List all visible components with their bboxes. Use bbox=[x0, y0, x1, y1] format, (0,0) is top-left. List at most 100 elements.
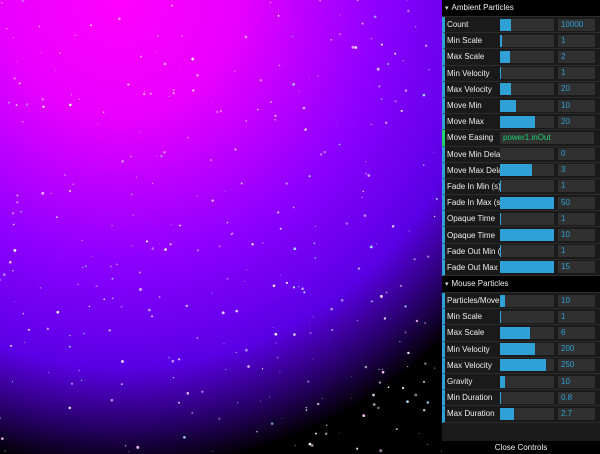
number-input[interactable]: 2 bbox=[558, 50, 595, 63]
number-input[interactable]: 50 bbox=[558, 196, 595, 209]
value-slider[interactable] bbox=[500, 99, 554, 112]
particle bbox=[22, 312, 25, 315]
particle bbox=[72, 183, 74, 185]
text-field[interactable]: power1.inOut bbox=[500, 131, 594, 144]
control-label: Max Scale bbox=[447, 52, 485, 62]
folder-title-0[interactable]: ▾ Ambient Particles bbox=[442, 0, 600, 17]
controls-panel: ▾ Ambient Particles Count 10000 Min Scale 1 Ma… bbox=[442, 0, 600, 454]
particle bbox=[269, 396, 271, 398]
particle bbox=[2, 273, 6, 277]
particle bbox=[292, 206, 295, 209]
number-input[interactable]: 1 bbox=[558, 310, 595, 323]
particle bbox=[305, 407, 307, 409]
particle bbox=[415, 319, 419, 323]
particle bbox=[256, 108, 259, 111]
value-slider[interactable] bbox=[500, 294, 554, 307]
number-input[interactable]: 1 bbox=[558, 245, 595, 258]
value-slider[interactable] bbox=[500, 83, 554, 96]
particle bbox=[163, 150, 166, 154]
folder-title-1[interactable]: ▾ Mouse Particles bbox=[442, 276, 600, 293]
number-input[interactable]: 10 bbox=[558, 229, 595, 242]
slider-fill bbox=[500, 294, 506, 307]
number-input[interactable]: 250 bbox=[558, 359, 595, 372]
particle bbox=[27, 328, 31, 332]
value-slider[interactable] bbox=[500, 67, 554, 80]
particle bbox=[10, 344, 13, 347]
value-slider[interactable] bbox=[500, 115, 554, 128]
value-slider[interactable] bbox=[500, 326, 554, 339]
value-slider[interactable] bbox=[500, 180, 554, 193]
particle bbox=[313, 242, 316, 245]
number-input[interactable]: 10 bbox=[558, 294, 595, 307]
number-input[interactable]: 10 bbox=[558, 375, 595, 388]
value-slider[interactable] bbox=[500, 148, 554, 161]
particle bbox=[362, 190, 364, 193]
particle bbox=[381, 368, 384, 370]
value-slider[interactable] bbox=[500, 50, 554, 63]
particle bbox=[291, 35, 294, 38]
value-slider[interactable] bbox=[500, 343, 554, 356]
value-slider[interactable] bbox=[500, 375, 554, 388]
value-slider[interactable] bbox=[500, 34, 554, 47]
particle bbox=[270, 101, 273, 104]
value-slider[interactable] bbox=[500, 407, 554, 420]
value-slider[interactable] bbox=[500, 196, 554, 209]
particle bbox=[144, 91, 145, 93]
value-slider[interactable] bbox=[500, 212, 554, 225]
particle bbox=[387, 63, 390, 65]
number-input[interactable]: 2.7 bbox=[558, 407, 595, 420]
particle bbox=[139, 288, 142, 291]
particle bbox=[135, 176, 138, 178]
particle bbox=[111, 277, 114, 280]
particle bbox=[399, 284, 403, 288]
close-controls-button[interactable]: Close Controls bbox=[442, 441, 600, 454]
value-slider[interactable] bbox=[500, 310, 554, 323]
particle bbox=[376, 243, 378, 245]
number-input[interactable]: 20 bbox=[558, 83, 595, 96]
number-input[interactable]: 1 bbox=[558, 212, 595, 225]
value-slider[interactable] bbox=[500, 261, 554, 274]
number-input[interactable]: 1 bbox=[558, 34, 595, 47]
particle bbox=[102, 111, 105, 114]
number-input[interactable]: 0 bbox=[558, 148, 595, 161]
number-input[interactable]: 10000 bbox=[558, 18, 595, 31]
particle bbox=[80, 379, 83, 382]
number-input[interactable]: 10 bbox=[558, 99, 595, 112]
number-input[interactable]: 200 bbox=[558, 343, 595, 356]
particle bbox=[402, 60, 405, 62]
particle bbox=[372, 393, 375, 397]
value-slider[interactable] bbox=[500, 18, 554, 31]
particle bbox=[378, 368, 380, 371]
particle bbox=[42, 105, 45, 108]
number-input[interactable]: 6 bbox=[558, 326, 595, 339]
particle bbox=[330, 39, 332, 41]
number-input[interactable]: 0.8 bbox=[558, 391, 595, 404]
particle bbox=[230, 233, 233, 236]
slider-fill bbox=[500, 115, 536, 128]
particle bbox=[11, 381, 14, 383]
particle bbox=[138, 271, 141, 274]
number-input[interactable]: 1 bbox=[558, 180, 595, 193]
number-input[interactable]: 15 bbox=[558, 261, 595, 274]
value-slider[interactable] bbox=[500, 164, 554, 177]
value-slider[interactable] bbox=[500, 229, 554, 242]
particle bbox=[383, 317, 387, 320]
value-slider[interactable] bbox=[500, 359, 554, 372]
number-input[interactable]: 1 bbox=[558, 67, 595, 80]
particle bbox=[259, 79, 263, 82]
value-slider[interactable] bbox=[500, 391, 554, 404]
number-input[interactable]: 20 bbox=[558, 115, 595, 128]
control-row: Min Velocity 200 bbox=[442, 341, 600, 358]
slider-fill bbox=[500, 245, 502, 258]
particle bbox=[293, 333, 296, 336]
particle bbox=[178, 224, 181, 227]
particle bbox=[274, 114, 277, 117]
particle bbox=[41, 191, 45, 195]
particle bbox=[218, 245, 221, 248]
particle bbox=[377, 406, 380, 410]
value-slider[interactable] bbox=[500, 245, 554, 258]
particle bbox=[380, 43, 383, 46]
number-input[interactable]: 3 bbox=[558, 164, 595, 177]
particle bbox=[70, 382, 74, 385]
control-label: Max Scale bbox=[447, 328, 485, 338]
